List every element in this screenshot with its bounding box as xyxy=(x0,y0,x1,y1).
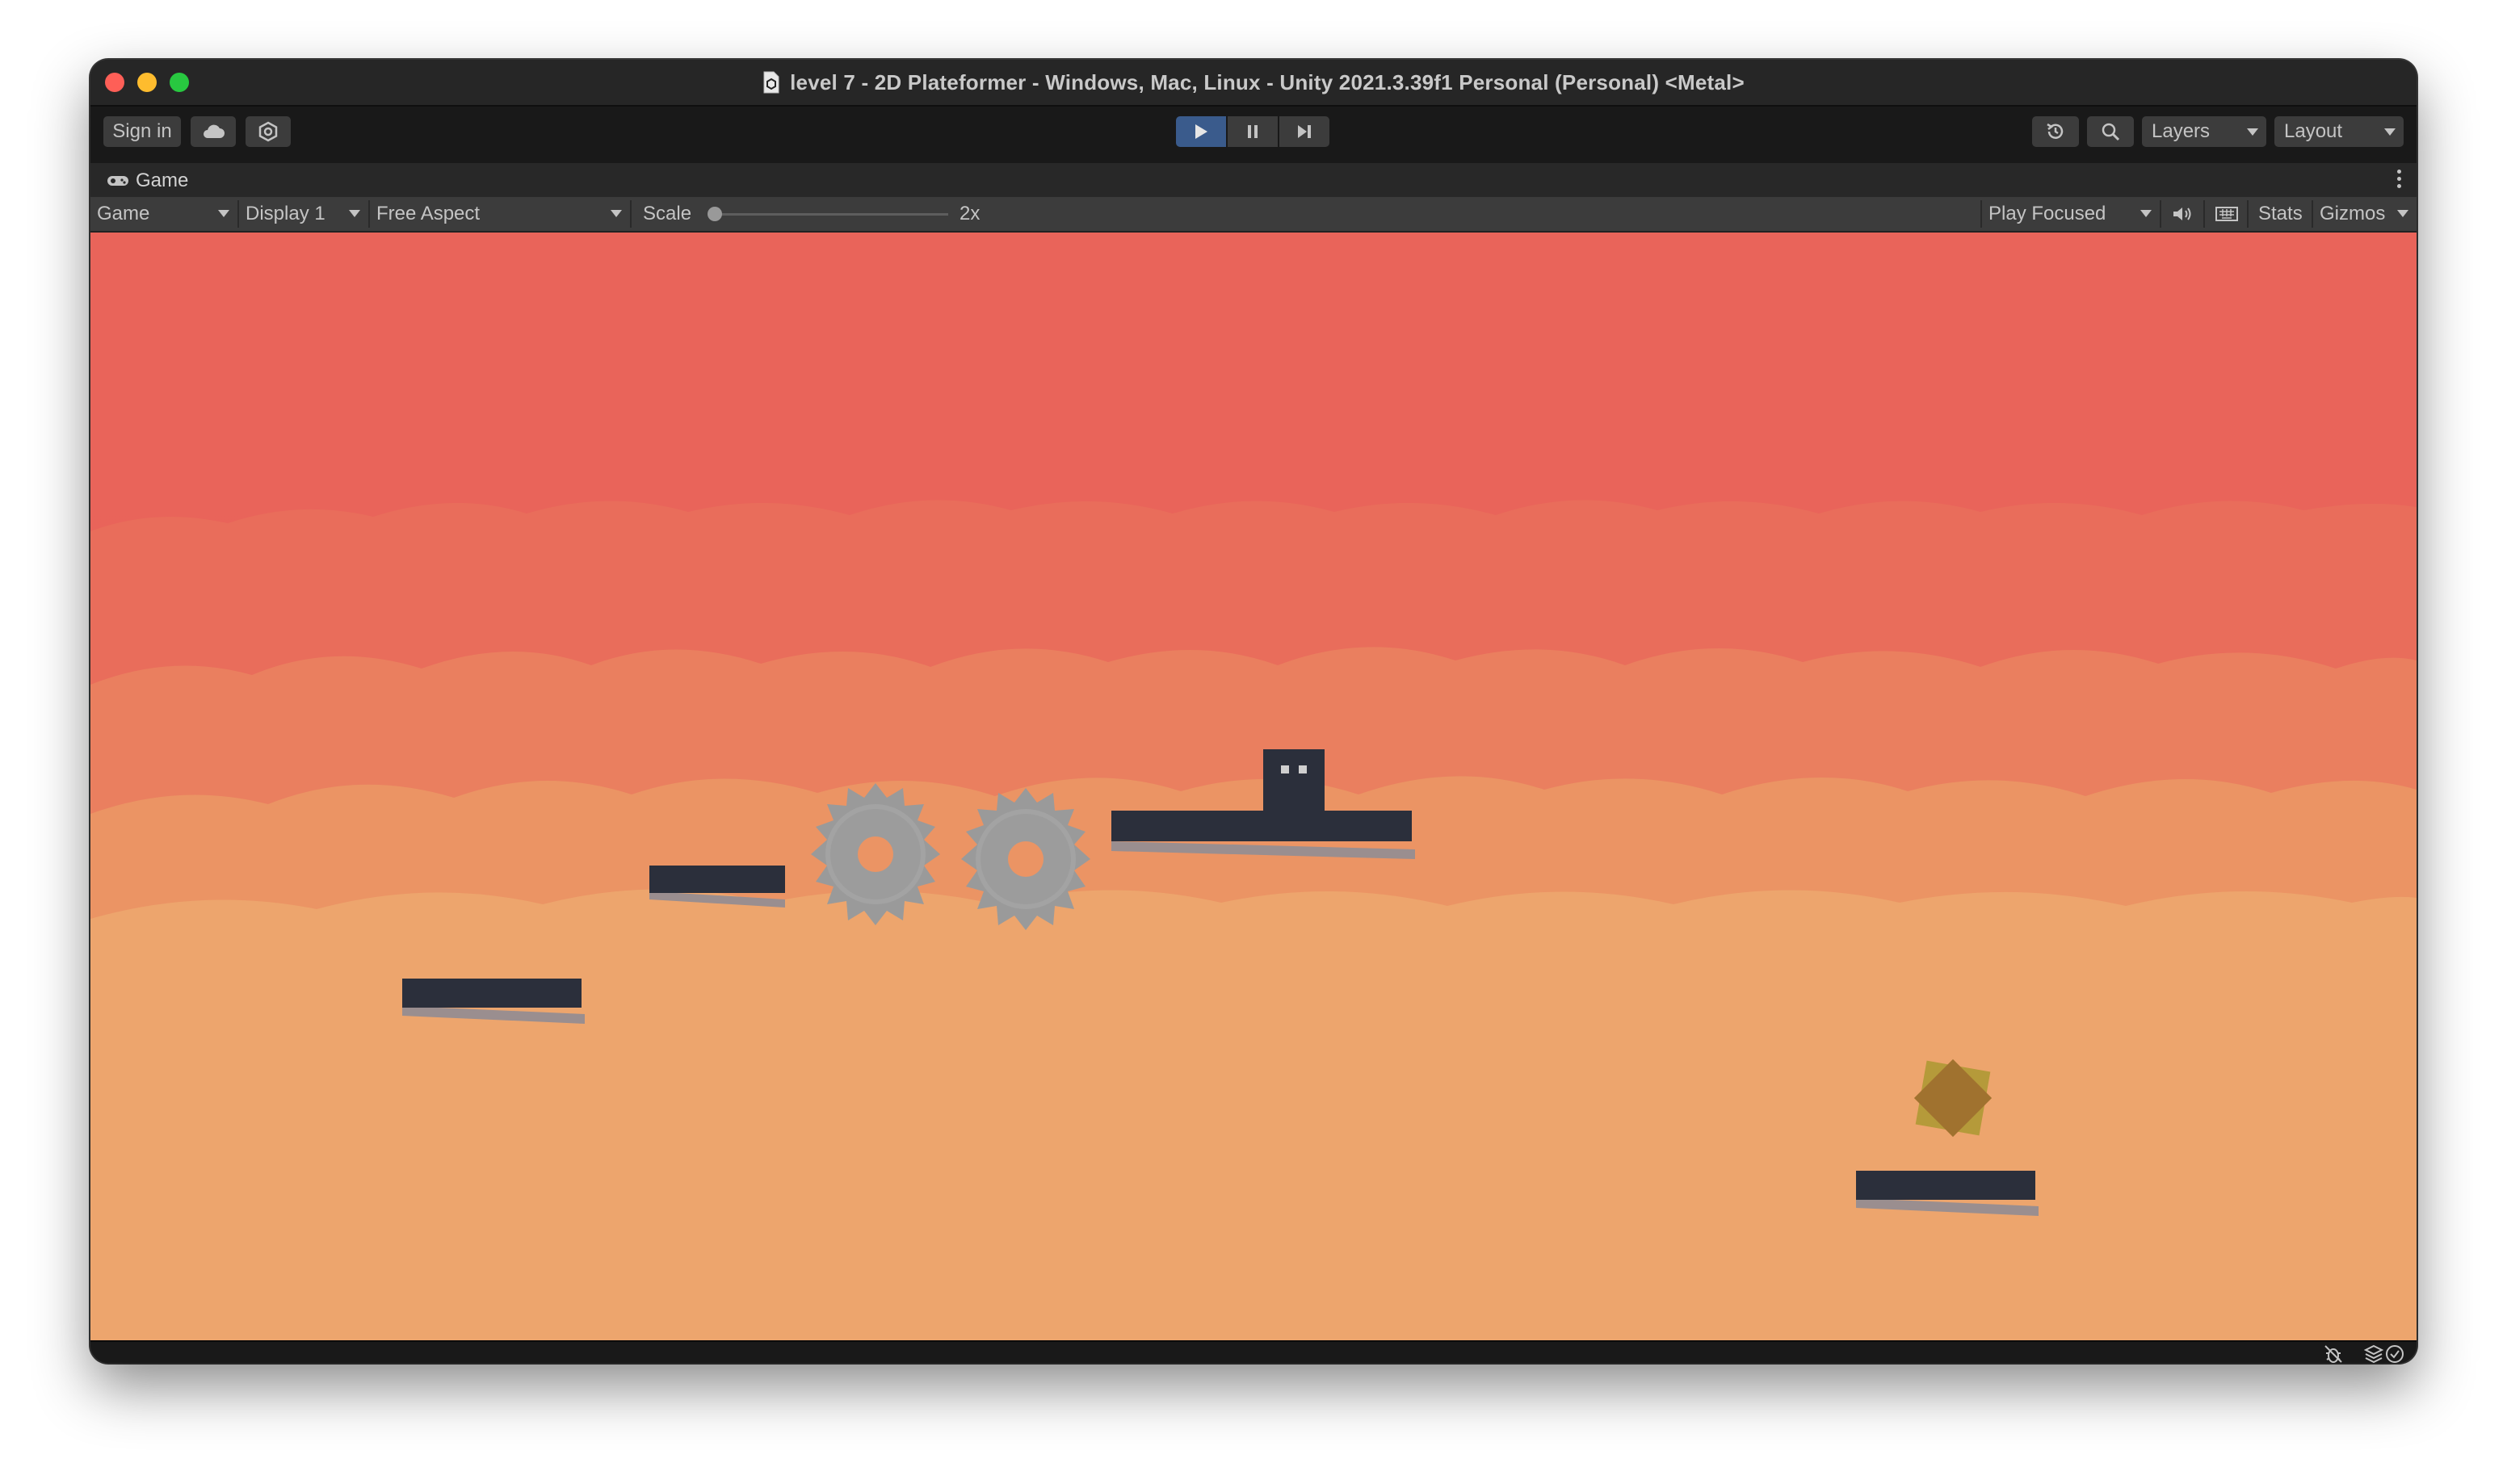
scale-value-text: 2x xyxy=(960,203,981,224)
layers-stack-icon[interactable] xyxy=(2363,1344,2384,1363)
pause-button[interactable] xyxy=(1228,116,1278,147)
play-button[interactable] xyxy=(1176,116,1226,147)
shortcuts-button[interactable] xyxy=(2208,197,2247,231)
sign-in-label: Sign in xyxy=(112,120,172,142)
chevron-down-icon xyxy=(349,210,360,217)
play-mode-dropdown[interactable]: Play Focused xyxy=(1982,197,2160,231)
game-view-canvas[interactable] xyxy=(90,233,2417,1340)
layout-label: Layout xyxy=(2284,120,2343,142)
scale-label: Scale xyxy=(636,197,709,231)
goal-gem xyxy=(1913,1059,1993,1138)
scale-value: 2x xyxy=(953,197,1002,231)
bug-off-icon[interactable] xyxy=(2323,1344,2344,1363)
tab-game-label: Game xyxy=(136,170,189,191)
speaker-icon xyxy=(2173,208,2191,220)
cloud-icon xyxy=(204,124,225,138)
player-character xyxy=(1263,749,1325,811)
stats-label: Stats xyxy=(2258,203,2303,224)
status-bar xyxy=(90,1340,2417,1363)
collab-icon xyxy=(258,121,278,142)
chevron-down-icon xyxy=(2384,128,2396,136)
chevron-down-icon xyxy=(218,210,229,217)
chevron-down-icon xyxy=(2247,128,2258,136)
gizmos-dropdown[interactable]: Gizmos xyxy=(2313,197,2417,231)
game-tab-bar: Game xyxy=(90,163,2417,197)
main-toolbar: Sign in Layers Layout xyxy=(90,107,2417,163)
aspect-label: Free Aspect xyxy=(376,203,481,224)
step-button[interactable] xyxy=(1279,116,1329,147)
more-options-icon[interactable] xyxy=(2397,170,2402,191)
chevron-down-icon xyxy=(2140,210,2152,217)
stats-toggle[interactable]: Stats xyxy=(2252,197,2312,231)
search-icon xyxy=(2102,123,2120,141)
layout-dropdown[interactable]: Layout xyxy=(2274,116,2404,147)
ground-haze xyxy=(90,889,2417,1340)
display-dropdown[interactable]: Display 1 xyxy=(239,197,368,231)
scale-slider-handle[interactable] xyxy=(708,207,722,221)
search-button[interactable] xyxy=(2087,116,2134,147)
title-bar: level 7 - 2D Plateformer - Windows, Mac,… xyxy=(90,60,2417,107)
check-circle-icon[interactable] xyxy=(2384,1344,2405,1363)
mute-audio-button[interactable] xyxy=(2165,197,2200,231)
chevron-down-icon xyxy=(611,210,622,217)
chevron-down-icon xyxy=(2397,210,2408,217)
view-mode-label: Game xyxy=(97,203,150,224)
game-view-controls: Game Display 1 Free Aspect Scale 2x Play… xyxy=(90,197,2417,233)
scale-label-text: Scale xyxy=(643,203,692,224)
scale-slider-track[interactable] xyxy=(714,213,948,216)
play-mode-label: Play Focused xyxy=(1988,203,2106,224)
gamepad-icon xyxy=(107,176,128,186)
unity-document-icon xyxy=(763,71,779,94)
gizmos-label: Gizmos xyxy=(2320,203,2386,224)
window-title: level 7 - 2D Plateformer - Windows, Mac,… xyxy=(790,69,1745,94)
view-mode-dropdown[interactable]: Game xyxy=(90,197,237,231)
play-icon xyxy=(1195,124,1207,139)
collab-button[interactable] xyxy=(246,116,291,147)
aspect-dropdown[interactable]: Free Aspect xyxy=(370,197,630,231)
layers-dropdown[interactable]: Layers xyxy=(2142,116,2266,147)
history-icon xyxy=(2047,123,2064,139)
cloud-button[interactable] xyxy=(191,116,236,147)
unity-editor-window: level 7 - 2D Plateformer - Windows, Mac,… xyxy=(90,60,2417,1363)
game-scene xyxy=(90,233,2417,1340)
step-icon xyxy=(1298,125,1311,138)
layers-label: Layers xyxy=(2152,120,2211,142)
pause-icon xyxy=(1248,125,1258,138)
play-controls xyxy=(1176,116,1329,147)
keyboard-icon xyxy=(2215,207,2238,221)
display-label: Display 1 xyxy=(246,203,325,224)
platform-center xyxy=(1111,811,1415,859)
sign-in-button[interactable]: Sign in xyxy=(103,116,181,147)
undo-history-button[interactable] xyxy=(2032,116,2079,147)
tab-game[interactable]: Game xyxy=(107,170,188,192)
